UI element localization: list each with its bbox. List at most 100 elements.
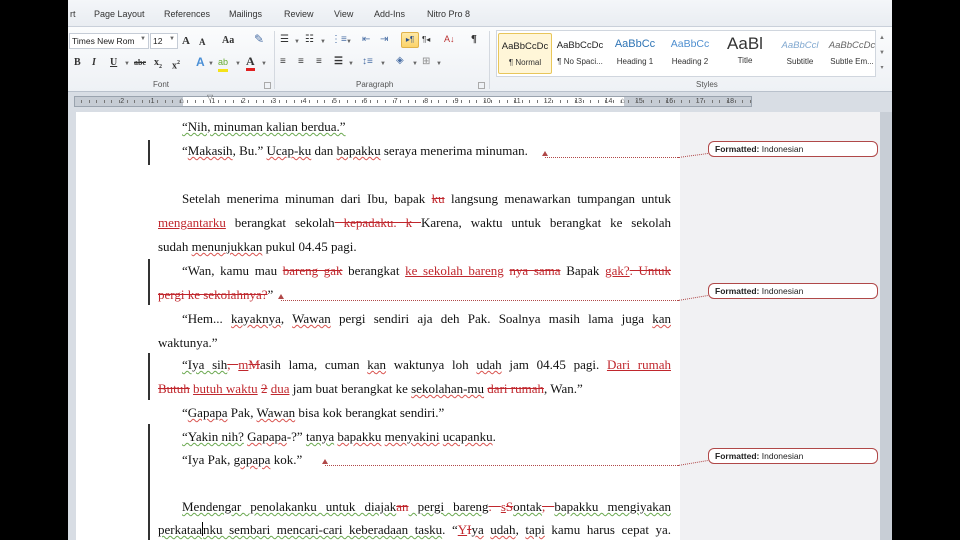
grammar-flag: pergi bareng bbox=[408, 499, 489, 514]
font-name-combo[interactable]: Times New Rom ▼ bbox=[69, 33, 149, 49]
balloon-leader-line bbox=[281, 300, 678, 301]
shrink-font-icon[interactable]: A bbox=[199, 35, 206, 49]
tab-view[interactable]: View bbox=[334, 9, 353, 19]
chevron-down-icon[interactable]: ▼ bbox=[412, 57, 418, 71]
chevron-up-icon[interactable]: ▲ bbox=[877, 31, 887, 46]
align-right-icon[interactable]: ≡ bbox=[316, 55, 322, 69]
multilevel-list-icon[interactable]: ⋮≡ bbox=[331, 33, 347, 47]
style-subtle-emphasis[interactable]: AaBbCcDc Subtle Em... bbox=[828, 33, 876, 74]
tab-insert[interactable]: rt bbox=[70, 9, 76, 19]
document-line[interactable]: “Iya Pak, gapapa kok.” bbox=[182, 452, 302, 468]
justify-icon[interactable]: ☰ bbox=[334, 55, 343, 69]
borders-icon[interactable]: ⊞ bbox=[422, 55, 430, 69]
chevron-down-icon[interactable]: ▼ bbox=[124, 57, 130, 71]
document-line[interactable]: “Makasih, Bu.” Ucap-ku dan bapakku seray… bbox=[182, 143, 528, 159]
increase-indent-icon[interactable]: ⇥ bbox=[380, 33, 388, 47]
document-line[interactable]: Butuh butuh waktu 2 dua jam buat berangk… bbox=[158, 381, 583, 397]
style-subtitle[interactable]: AaBbCcl Subtitle bbox=[773, 33, 827, 74]
italic-button[interactable]: I bbox=[92, 56, 96, 70]
document-line[interactable]: mengantarku berangkat sekolah kepadaku. … bbox=[158, 215, 671, 231]
document-line[interactable]: “Iya sih, mMasih lama, cuman kan waktuny… bbox=[182, 357, 671, 373]
chevron-down-icon[interactable]: ▼ bbox=[380, 57, 386, 71]
underline-button[interactable]: U bbox=[110, 56, 117, 70]
chevron-down-icon[interactable]: ▼ bbox=[320, 35, 326, 49]
more-icon[interactable]: ▾ bbox=[877, 61, 887, 76]
grammar-flag: Mendengar penolakanku untuk diajak bbox=[182, 499, 397, 514]
text-run: jam 04.45 pagi. bbox=[501, 357, 607, 372]
subscript-button[interactable]: x2 bbox=[154, 56, 162, 74]
tab-add-ins[interactable]: Add-Ins bbox=[374, 9, 405, 19]
document-line[interactable]: “Nih, minuman kalian berdua.” bbox=[182, 119, 346, 135]
text-effects-icon[interactable]: A bbox=[196, 55, 205, 69]
document-line[interactable]: Setelah menerima minuman dari Ibu, bapak… bbox=[182, 191, 671, 207]
font-color-icon[interactable]: A bbox=[246, 54, 255, 71]
paragraph-dialog-launcher-icon[interactable] bbox=[478, 82, 485, 89]
tab-review[interactable]: Review bbox=[284, 9, 314, 19]
tab-references[interactable]: References bbox=[164, 9, 210, 19]
bold-button[interactable]: B bbox=[74, 56, 81, 70]
comment-balloon[interactable]: Formatted: Indonesian bbox=[708, 448, 878, 464]
font-dialog-launcher-icon[interactable] bbox=[264, 82, 271, 89]
document-line[interactable]: “Hem... kayaknya, Wawan pergi sendiri aj… bbox=[182, 311, 671, 327]
clear-formatting-icon[interactable]: ✎ bbox=[254, 32, 264, 46]
rtl-direction-button[interactable]: ¶◂ bbox=[422, 33, 430, 47]
ruler-tick bbox=[749, 100, 751, 103]
vertical-scrollbar[interactable] bbox=[880, 112, 892, 540]
comment-balloon[interactable]: Formatted: Indonesian bbox=[708, 283, 878, 299]
chevron-down-icon[interactable]: ▼ bbox=[169, 36, 175, 42]
document-line[interactable]: “Gapapa Pak, Wawan bisa kok berangkat se… bbox=[182, 405, 444, 421]
change-case-icon[interactable]: Aa bbox=[222, 34, 234, 48]
style-title[interactable]: AaBl Title bbox=[718, 33, 772, 74]
tracked-deletion: an bbox=[396, 499, 409, 514]
superscript-button[interactable]: x2 bbox=[172, 56, 180, 73]
highlight-color-icon[interactable]: ab bbox=[218, 55, 229, 72]
tab-nitro-pro[interactable]: Nitro Pro 8 bbox=[427, 9, 470, 19]
document-line[interactable]: waktunya.” bbox=[158, 335, 218, 351]
font-size-combo[interactable]: 12 ▼ bbox=[150, 33, 178, 49]
document-line[interactable]: perkataanku sembari mencari-cari keberad… bbox=[158, 522, 671, 538]
tab-page-layout[interactable]: Page Layout bbox=[94, 9, 145, 19]
style-heading-1[interactable]: AaBbCc Heading 1 bbox=[608, 33, 662, 74]
tracked-insertion: m bbox=[238, 357, 249, 372]
chevron-down-icon[interactable]: ▼ bbox=[140, 36, 146, 42]
style-normal[interactable]: AaBbCcDc ¶ Normal bbox=[498, 33, 552, 74]
chevron-down-icon[interactable]: ▼ bbox=[261, 57, 267, 71]
gallery-scroll[interactable]: ▲ ▼ ▾ bbox=[877, 31, 887, 78]
align-left-icon[interactable]: ≡ bbox=[280, 55, 286, 69]
shading-icon[interactable]: ◈ bbox=[396, 54, 404, 68]
style-no-spacing[interactable]: AaBbCcDc ¶ No Spaci... bbox=[553, 33, 607, 74]
document-line[interactable]: pergi ke sekolahnya?” bbox=[158, 287, 273, 303]
decrease-indent-icon[interactable]: ⇤ bbox=[362, 33, 370, 47]
right-indent-marker[interactable]: ⌂ bbox=[620, 96, 625, 105]
chevron-down-icon[interactable]: ▼ bbox=[348, 57, 354, 71]
tab-mailings[interactable]: Mailings bbox=[229, 9, 262, 19]
chevron-down-icon[interactable]: ▼ bbox=[436, 57, 442, 71]
document-line[interactable]: “Wan, kamu mau bareng gak berangkat ke s… bbox=[182, 263, 671, 279]
strikethrough-button[interactable]: abe bbox=[134, 56, 146, 70]
document-line[interactable]: “Yakin nih? Gapapa-?” tanya bapakku meny… bbox=[182, 429, 496, 445]
comment-balloon[interactable]: Formatted: Indonesian bbox=[708, 141, 878, 157]
spelling-error: Makasih bbox=[187, 143, 233, 158]
ltr-direction-button[interactable]: ▸¶ bbox=[401, 32, 419, 48]
horizontal-ruler[interactable]: 2 1 1 2 3 4 5 6 7 8 9 10 11 12 13 14 15 16 17 18 ⌂ ▽ ⌂ bbox=[74, 93, 752, 107]
chevron-down-icon[interactable]: ▼ bbox=[346, 35, 352, 49]
bullets-icon[interactable]: ☰ bbox=[280, 33, 289, 47]
chevron-down-icon[interactable]: ▼ bbox=[208, 57, 214, 71]
balloon-leader-line bbox=[325, 465, 678, 466]
grow-font-icon[interactable]: A bbox=[182, 34, 190, 48]
chevron-down-icon[interactable]: ▼ bbox=[877, 46, 887, 61]
document-line[interactable]: sudah menunjukkan pukul 04.45 pagi. bbox=[158, 239, 357, 255]
numbering-icon[interactable]: ☷ bbox=[305, 33, 314, 47]
first-line-indent-marker[interactable]: ▽ bbox=[207, 93, 213, 102]
style-heading-2[interactable]: AaBbCc Heading 2 bbox=[663, 33, 717, 74]
show-formatting-button[interactable]: ¶ bbox=[471, 32, 477, 46]
chevron-down-icon[interactable]: ▼ bbox=[235, 57, 241, 71]
ruler-tick bbox=[248, 100, 250, 103]
line-spacing-icon[interactable]: ↕≡ bbox=[362, 55, 373, 69]
align-center-icon[interactable]: ≡ bbox=[298, 55, 304, 69]
chevron-down-icon[interactable]: ▼ bbox=[294, 35, 300, 49]
document-line[interactable]: Mendengar penolakanku untuk diajakan per… bbox=[182, 499, 671, 515]
ruler-tick bbox=[499, 100, 500, 103]
sort-button[interactable]: A↓ bbox=[444, 32, 455, 46]
left-indent-marker[interactable]: ⌂ bbox=[179, 96, 184, 105]
